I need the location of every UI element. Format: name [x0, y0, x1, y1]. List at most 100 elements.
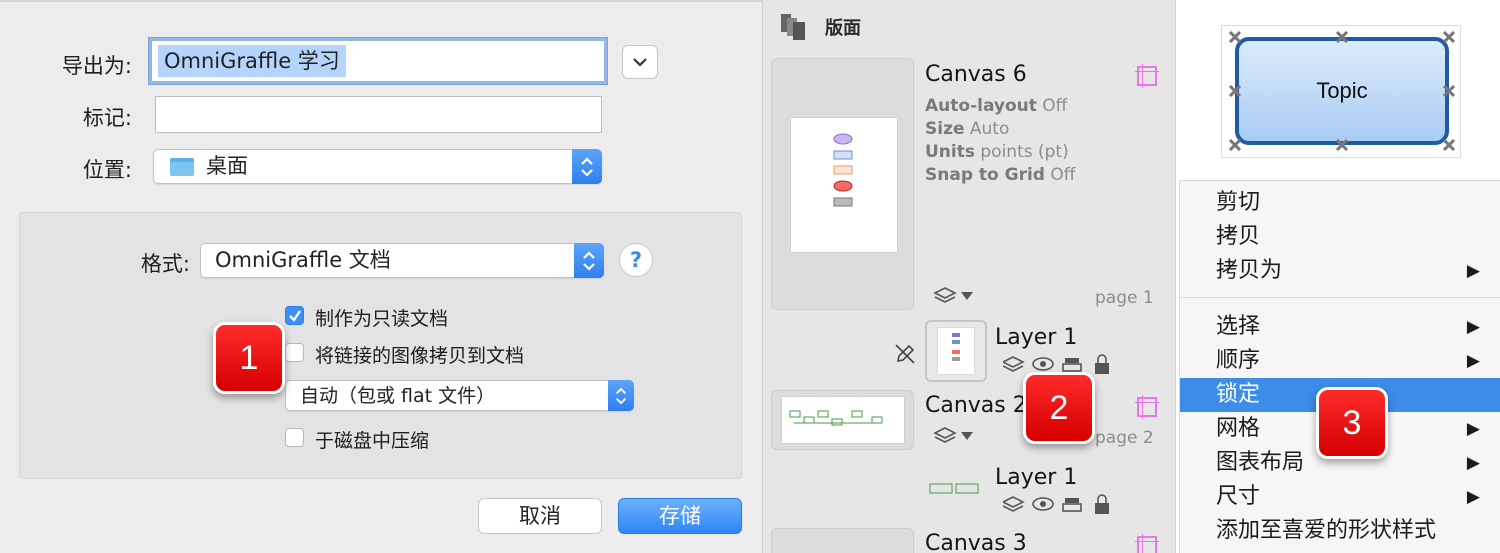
- save-button[interactable]: 存储: [618, 498, 742, 534]
- prop-snap-to-grid: Snap to Grid Off: [925, 165, 1076, 185]
- export-as-label: 导出为:: [61, 54, 132, 78]
- layer-title[interactable]: Layer 1: [995, 465, 1077, 490]
- folder-icon: [170, 158, 194, 176]
- context-menu-panel: Topic 剪切 拷贝 拷贝为 ▶ 选择 ▶ 顺序 ▶ 锁定 网格 ▶ 图表布局 ▶ 尺寸…: [1175, 0, 1500, 553]
- prop-auto-layout: Auto-layout Off: [925, 96, 1068, 116]
- lock-handle-icon: [1443, 31, 1455, 43]
- diagram-preview-icon: [833, 133, 853, 207]
- layer-preview-icon[interactable]: [928, 478, 982, 500]
- format-label: 格式:: [140, 252, 190, 276]
- submenu-arrow-icon: ▶: [1466, 453, 1480, 473]
- topic-shape[interactable]: Topic: [1235, 37, 1449, 145]
- copy-linked-images-label: 将链接的图像拷贝到文档: [315, 345, 525, 367]
- callout-badge-1: 1: [213, 322, 285, 394]
- export-as-value: OmniGraffle 学习: [158, 45, 346, 77]
- menu-item-label: 图表布局: [1216, 450, 1305, 475]
- callout-badge-3: 3: [1316, 387, 1388, 459]
- menu-item-label: 拷贝: [1216, 224, 1261, 249]
- menu-item-label: 添加至喜爱的形状样式: [1216, 518, 1437, 543]
- menu-item-cut[interactable]: 剪切: [1180, 186, 1500, 220]
- diagram-preview-icon: [789, 410, 883, 426]
- popup-stepper-icon: [574, 243, 604, 278]
- menu-separator: [1180, 297, 1500, 298]
- menu-item-label: 剪切: [1216, 190, 1261, 215]
- canvas-paper: [782, 397, 904, 443]
- menu-item-add-favorite-style[interactable]: 添加至喜爱的形状样式: [1180, 514, 1500, 548]
- tags-label: 标记:: [82, 106, 132, 130]
- dialog-top-edge: [0, 0, 762, 2]
- copy-linked-images-checkbox[interactable]: [285, 343, 304, 362]
- canvas-properties: Auto-layout Off Size Auto Units points (…: [925, 95, 1075, 187]
- menu-item-order[interactable]: 顺序 ▶: [1180, 344, 1500, 378]
- chevron-down-icon: [633, 58, 647, 67]
- checkmark-icon: [289, 310, 301, 322]
- canvases-sidebar: 版面 Canvas 6 Auto-layout Off Size Auto Un…: [762, 0, 1175, 553]
- layer-title[interactable]: Layer 1: [995, 325, 1077, 350]
- popup-stepper-icon: [608, 380, 634, 411]
- submenu-arrow-icon: ▶: [1466, 261, 1480, 281]
- menu-item-label: 锁定: [1216, 382, 1261, 407]
- popup-stepper-icon: [572, 149, 602, 184]
- context-menu: 剪切 拷贝 拷贝为 ▶ 选择 ▶ 顺序 ▶ 锁定 网格 ▶ 图表布局 ▶ 尺寸 ▶ 添加至喜…: [1179, 180, 1500, 553]
- pencil-slash-icon[interactable]: [894, 343, 916, 365]
- menu-item-size[interactable]: 尺寸 ▶: [1180, 480, 1500, 514]
- canvas-thumbnail[interactable]: [771, 58, 914, 310]
- topic-canvas: Topic: [1221, 25, 1461, 158]
- format-popup[interactable]: OmniGraffle 文档: [200, 243, 604, 278]
- canvas-page-number: page 1: [1095, 288, 1154, 308]
- location-value: 桌面: [206, 154, 248, 178]
- layer-preview-icon: [952, 333, 960, 361]
- canvas-thumbnail[interactable]: [771, 528, 914, 553]
- lock-handle-icon: [1229, 139, 1241, 151]
- export-as-field[interactable]: OmniGraffle 学习: [149, 38, 607, 84]
- help-button[interactable]: ?: [619, 243, 653, 277]
- menu-item-select[interactable]: 选择 ▶: [1180, 310, 1500, 344]
- canvas-size-icon: [1135, 534, 1159, 553]
- submenu-arrow-icon: ▶: [1466, 419, 1480, 439]
- menu-item-copy-as[interactable]: 拷贝为 ▶: [1180, 254, 1500, 288]
- canvas-page-number: page 2: [1095, 428, 1154, 448]
- canvas-thumbnail[interactable]: [771, 390, 914, 450]
- format-value: OmniGraffle 文档: [215, 248, 391, 272]
- lock-handle-icon: [1336, 139, 1348, 151]
- layers-menu-icon[interactable]: [933, 285, 975, 307]
- lock-handle-icon: [1443, 85, 1455, 97]
- image-mode-value: 自动（包或 flat 文件）: [300, 385, 496, 407]
- layer-thumbnail[interactable]: [925, 320, 987, 382]
- canvas-title[interactable]: Canvas 2: [925, 393, 1027, 418]
- lock-handle-icon: [1229, 31, 1241, 43]
- canvas-size-icon: [1135, 395, 1159, 419]
- layers-menu-icon[interactable]: [933, 425, 975, 447]
- callout-badge-2: 2: [1023, 372, 1095, 444]
- canvas-paper: [791, 118, 897, 252]
- location-label: 位置:: [82, 158, 132, 182]
- cancel-button[interactable]: 取消: [478, 498, 602, 534]
- readonly-checkbox[interactable]: [285, 306, 304, 325]
- menu-item-label: 选择: [1216, 314, 1261, 339]
- menu-item-copy[interactable]: 拷贝: [1180, 220, 1500, 254]
- canvases-header: 版面: [825, 18, 861, 39]
- lock-handle-icon: [1443, 139, 1455, 151]
- lock-handle-icon: [1229, 85, 1241, 97]
- location-popup[interactable]: 桌面: [153, 149, 602, 184]
- save-dialog: 导出为: OmniGraffle 学习 标记: 位置: 桌面 格式: OmniG…: [0, 0, 762, 553]
- canvas-size-icon: [1135, 64, 1159, 88]
- lock-handle-icon: [1336, 31, 1348, 43]
- submenu-arrow-icon: ▶: [1466, 317, 1480, 337]
- menu-item-label: 尺寸: [1216, 484, 1261, 509]
- image-mode-popup[interactable]: 自动（包或 flat 文件）: [285, 380, 634, 411]
- expand-dialog-button[interactable]: [622, 45, 658, 79]
- readonly-checkbox-label: 制作为只读文档: [315, 308, 449, 330]
- canvas-title[interactable]: Canvas 6: [925, 62, 1027, 87]
- layer-controls-icon[interactable]: [1003, 494, 1115, 516]
- submenu-arrow-icon: ▶: [1466, 487, 1480, 507]
- menu-item-label: 网格: [1216, 416, 1261, 441]
- prop-size: Size Auto: [925, 119, 1010, 139]
- compress-checkbox[interactable]: [285, 428, 304, 447]
- tags-field[interactable]: [155, 96, 602, 133]
- menu-item-label: 拷贝为: [1216, 258, 1283, 283]
- canvas-title[interactable]: Canvas 3: [925, 531, 1027, 553]
- layer-paper: [938, 328, 974, 374]
- compress-checkbox-label: 于磁盘中压缩: [315, 430, 430, 452]
- submenu-arrow-icon: ▶: [1466, 351, 1480, 371]
